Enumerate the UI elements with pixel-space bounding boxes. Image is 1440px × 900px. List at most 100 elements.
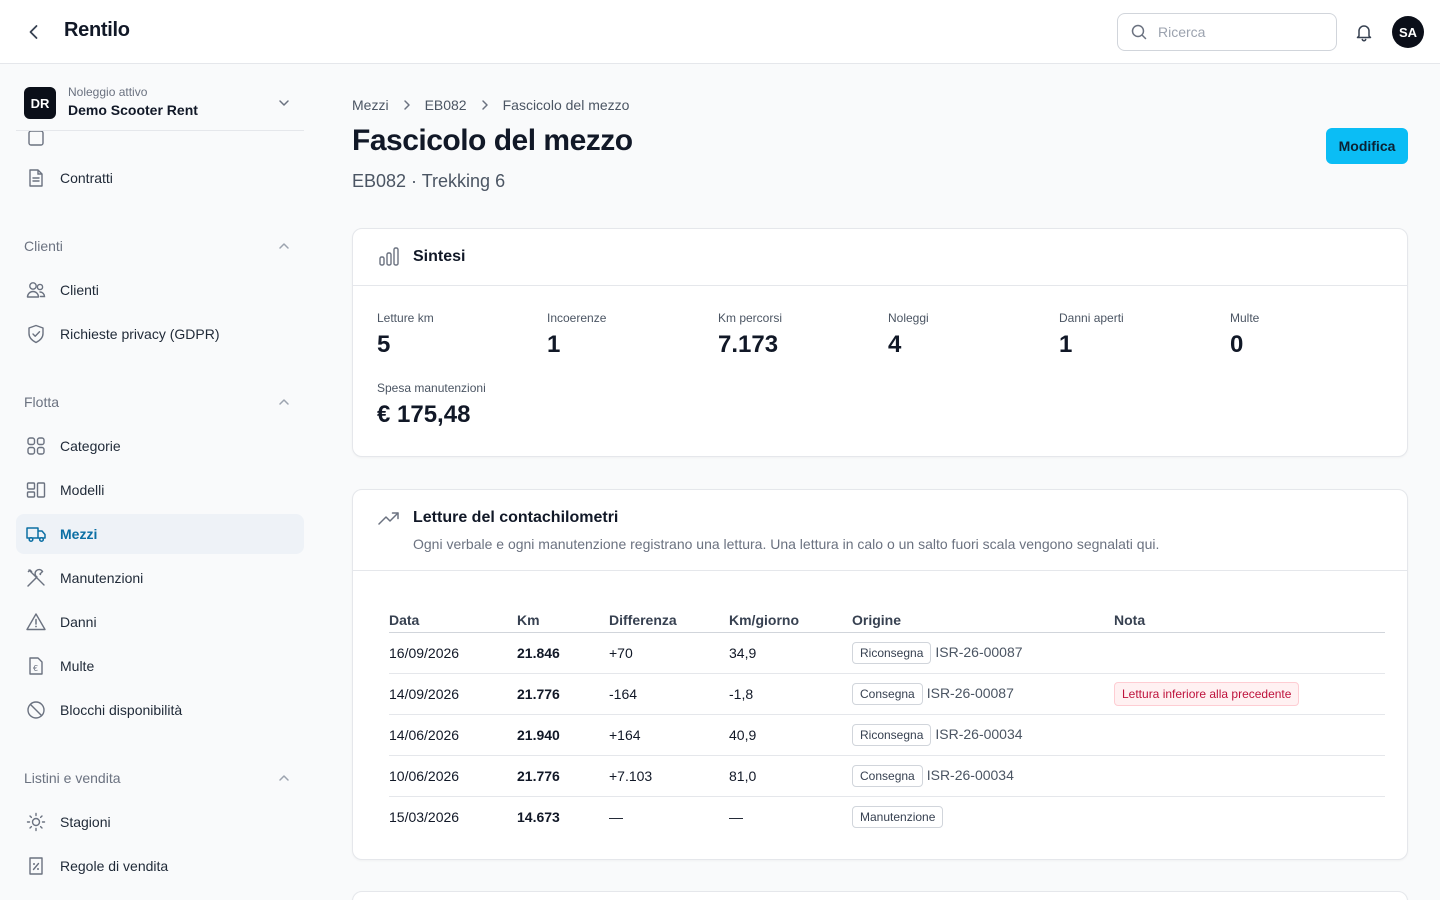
stat-label: Danni aperti: [1059, 311, 1124, 325]
origin-tag[interactable]: Consegna: [852, 764, 923, 787]
stat-label: Multe: [1230, 311, 1260, 325]
edit-button[interactable]: Modifica: [1326, 128, 1408, 164]
section-label: Listini e vendita: [24, 770, 121, 786]
section-clienti[interactable]: Clienti: [24, 236, 296, 256]
document-icon: [24, 166, 48, 190]
user-avatar[interactable]: SA: [1392, 16, 1424, 48]
col-header[interactable]: Km/giorno: [729, 600, 852, 633]
col-header[interactable]: Origine: [852, 600, 1114, 633]
back-button[interactable]: [22, 20, 46, 44]
rental-caption: Noleggio attivo: [68, 85, 148, 99]
origin-tag[interactable]: Consegna: [852, 682, 923, 705]
origin-tag[interactable]: Manutenzione: [852, 805, 944, 828]
stat-value: 0: [1230, 331, 1244, 358]
col-header[interactable]: Differenza: [609, 600, 729, 633]
col-header[interactable]: Nota: [1114, 600, 1385, 633]
col-header[interactable]: Km: [517, 600, 609, 633]
summary-card: Sintesi Letture km 5 Incoerenze 1 Km per…: [352, 228, 1408, 457]
origin-tag[interactable]: Riconsegna: [852, 641, 932, 664]
sidebar-item-modelli[interactable]: Modelli: [16, 470, 304, 510]
readings-card: Letture del contachilometri Ogni verbale…: [352, 489, 1408, 860]
sidebar-item-contratti[interactable]: Contratti: [16, 158, 304, 198]
cell-origin: Consegna ISR-26-00034: [852, 755, 1114, 797]
layout-icon: [24, 478, 48, 502]
sidebar-item-label: Danni: [60, 614, 97, 630]
sidebar-item-regole[interactable]: Regole di vendita: [16, 846, 304, 886]
breadcrumb-vehicle[interactable]: EB082: [425, 97, 467, 113]
cell-kmday: 40,9: [729, 714, 852, 756]
sidebar-item-multe[interactable]: € Multe: [16, 646, 304, 686]
sidebar-item-blocchi[interactable]: Blocchi disponibilità: [16, 690, 304, 730]
cell-km: 21.940: [517, 714, 609, 756]
sidebar-item-label: Blocchi disponibilità: [60, 702, 183, 718]
sidebar-item-label: Richieste privacy (GDPR): [60, 326, 220, 342]
summary-title: Sintesi: [413, 248, 466, 265]
notifications-button[interactable]: [1352, 20, 1376, 44]
cell-note: [1114, 714, 1385, 756]
shield-icon: [24, 322, 48, 346]
cell-note: [1114, 755, 1385, 797]
search-box[interactable]: [1117, 13, 1337, 51]
table-row: 10/06/2026 21.776 +7.103 81,0 Consegna IS…: [389, 755, 1385, 797]
cell-origin: Manutenzione: [852, 796, 1114, 837]
table-row: 15/03/2026 14.673 — — Manutenzione: [389, 796, 1385, 837]
origin-ref[interactable]: ISR-26-00087: [927, 685, 1014, 701]
origin-ref[interactable]: ISR-26-00087: [935, 644, 1022, 660]
origin-tag[interactable]: Riconsegna: [852, 723, 932, 746]
top-bar: Rentilo SA: [0, 0, 1440, 64]
wrench-icon: [24, 566, 48, 590]
col-header[interactable]: Data: [389, 600, 517, 633]
sidebar-item-label: Mezzi: [60, 526, 98, 542]
section-flotta[interactable]: Flotta: [24, 392, 296, 412]
cell-origin: Riconsegna ISR-26-00087: [852, 632, 1114, 674]
sidebar-item-danni[interactable]: Danni: [16, 602, 304, 642]
sidebar-item-privacy[interactable]: Richieste privacy (GDPR): [16, 314, 304, 354]
percent-doc-icon: [24, 854, 48, 878]
section-listini[interactable]: Listini e vendita: [24, 768, 296, 788]
origin-ref[interactable]: ISR-26-00034: [927, 767, 1014, 783]
stat-value: 1: [1059, 331, 1073, 358]
search-input[interactable]: [1158, 24, 1328, 40]
sidebar-item-label: Multe: [60, 658, 95, 674]
stat-label: Spesa manutenzioni: [377, 381, 486, 395]
cell-kmday: 81,0: [729, 755, 852, 797]
stat-value: € 175,48: [377, 401, 471, 428]
stat-spesa: Spesa manutenzioni € 175,48: [377, 381, 547, 429]
cell-diff: +7.103: [609, 755, 729, 797]
origin-ref[interactable]: ISR-26-00034: [935, 726, 1022, 742]
cell-origin: Riconsegna ISR-26-00034: [852, 714, 1114, 756]
cell-date: 14/06/2026: [389, 714, 517, 756]
sidebar: DR Noleggio attivo Demo Scooter Rent Con…: [0, 65, 320, 900]
sidebar-item-label: Categorie: [60, 438, 121, 454]
sidebar-item-mezzi[interactable]: Mezzi: [16, 514, 304, 554]
section-label: Clienti: [24, 238, 63, 254]
sidebar-item-manutenzioni[interactable]: Manutenzioni: [16, 558, 304, 598]
divider: [353, 570, 1407, 571]
cell-km: 21.846: [517, 632, 609, 674]
stat-danni-aperti: Danni aperti 1: [1059, 311, 1229, 359]
cell-diff: —: [609, 808, 623, 825]
section-label: Flotta: [24, 394, 60, 410]
stat-incoerenze: Incoerenze 1: [547, 311, 717, 359]
warning-badge: Lettura inferiore alla precedente: [1114, 681, 1300, 706]
breadcrumb-mezzi[interactable]: Mezzi: [352, 97, 389, 113]
rental-switcher[interactable]: DR Noleggio attivo Demo Scooter Rent: [16, 75, 304, 131]
cell-kmday: 34,9: [729, 632, 852, 674]
stat-multe: Multe 0: [1230, 311, 1400, 359]
divider: [353, 285, 1407, 286]
cell-note: Lettura inferiore alla precedente: [1114, 673, 1385, 715]
sidebar-item-label: Regole di vendita: [60, 858, 169, 874]
sidebar-item-stagioni[interactable]: Stagioni: [16, 802, 304, 842]
stat-label: Letture km: [377, 311, 434, 325]
sidebar-item-categorie[interactable]: Categorie: [16, 426, 304, 466]
sidebar-item-clienti[interactable]: Clienti: [16, 270, 304, 310]
readings-table: Data Km Differenza Km/giorno Origine Not…: [389, 600, 1385, 837]
sidebar-item-label: Clienti: [60, 282, 99, 298]
ban-icon: [24, 698, 48, 722]
table-row: 14/06/2026 21.940 +164 40,9 Riconsegna IS…: [389, 714, 1385, 756]
chevron-right-icon: [399, 97, 415, 113]
cell-km: 14.673: [517, 808, 560, 825]
euro-doc-icon: €: [24, 654, 48, 678]
stat-letture: Letture km 5: [377, 311, 547, 359]
rental-name: Demo Scooter Rent: [68, 102, 198, 118]
